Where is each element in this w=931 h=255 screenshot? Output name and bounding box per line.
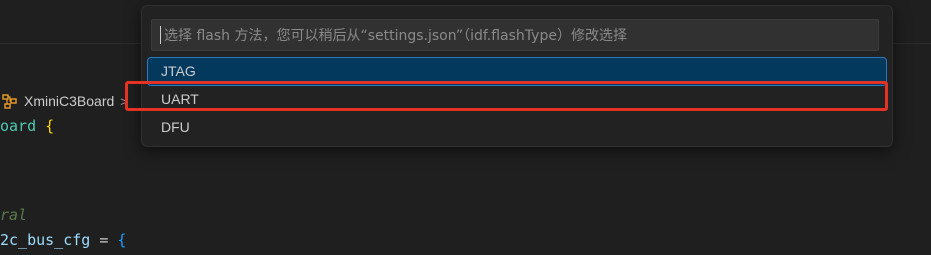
breadcrumb-symbol[interactable]: XminiC3Board <box>24 93 114 109</box>
annotation-highlight-box <box>125 81 888 111</box>
struct-icon <box>2 94 17 109</box>
quick-pick-item-dfu[interactable]: DFU <box>148 114 886 141</box>
code-line: ral <box>0 205 27 225</box>
breadcrumb: XminiC3Board > <box>0 90 128 112</box>
code-line: oard { <box>0 116 54 136</box>
flash-method-quick-pick: 选择 flash 方法，您可以稍后从“settings.json”（idf.fl… <box>141 5 893 147</box>
quick-pick-placeholder: 选择 flash 方法，您可以稍后从“settings.json”（idf.fl… <box>164 28 627 44</box>
code-token: oard <box>0 117 46 135</box>
code-token: { <box>45 117 55 135</box>
code-token: ral <box>0 206 28 224</box>
quick-pick-input[interactable]: 选择 flash 方法，您可以稍后从“settings.json”（idf.fl… <box>151 19 879 51</box>
code-token: 2c_bus_cfg <box>0 231 91 249</box>
text-caret <box>160 26 161 44</box>
code-line: 2c_bus_cfg = { <box>0 230 126 250</box>
code-token: { <box>117 231 127 249</box>
code-token: = <box>90 231 118 249</box>
